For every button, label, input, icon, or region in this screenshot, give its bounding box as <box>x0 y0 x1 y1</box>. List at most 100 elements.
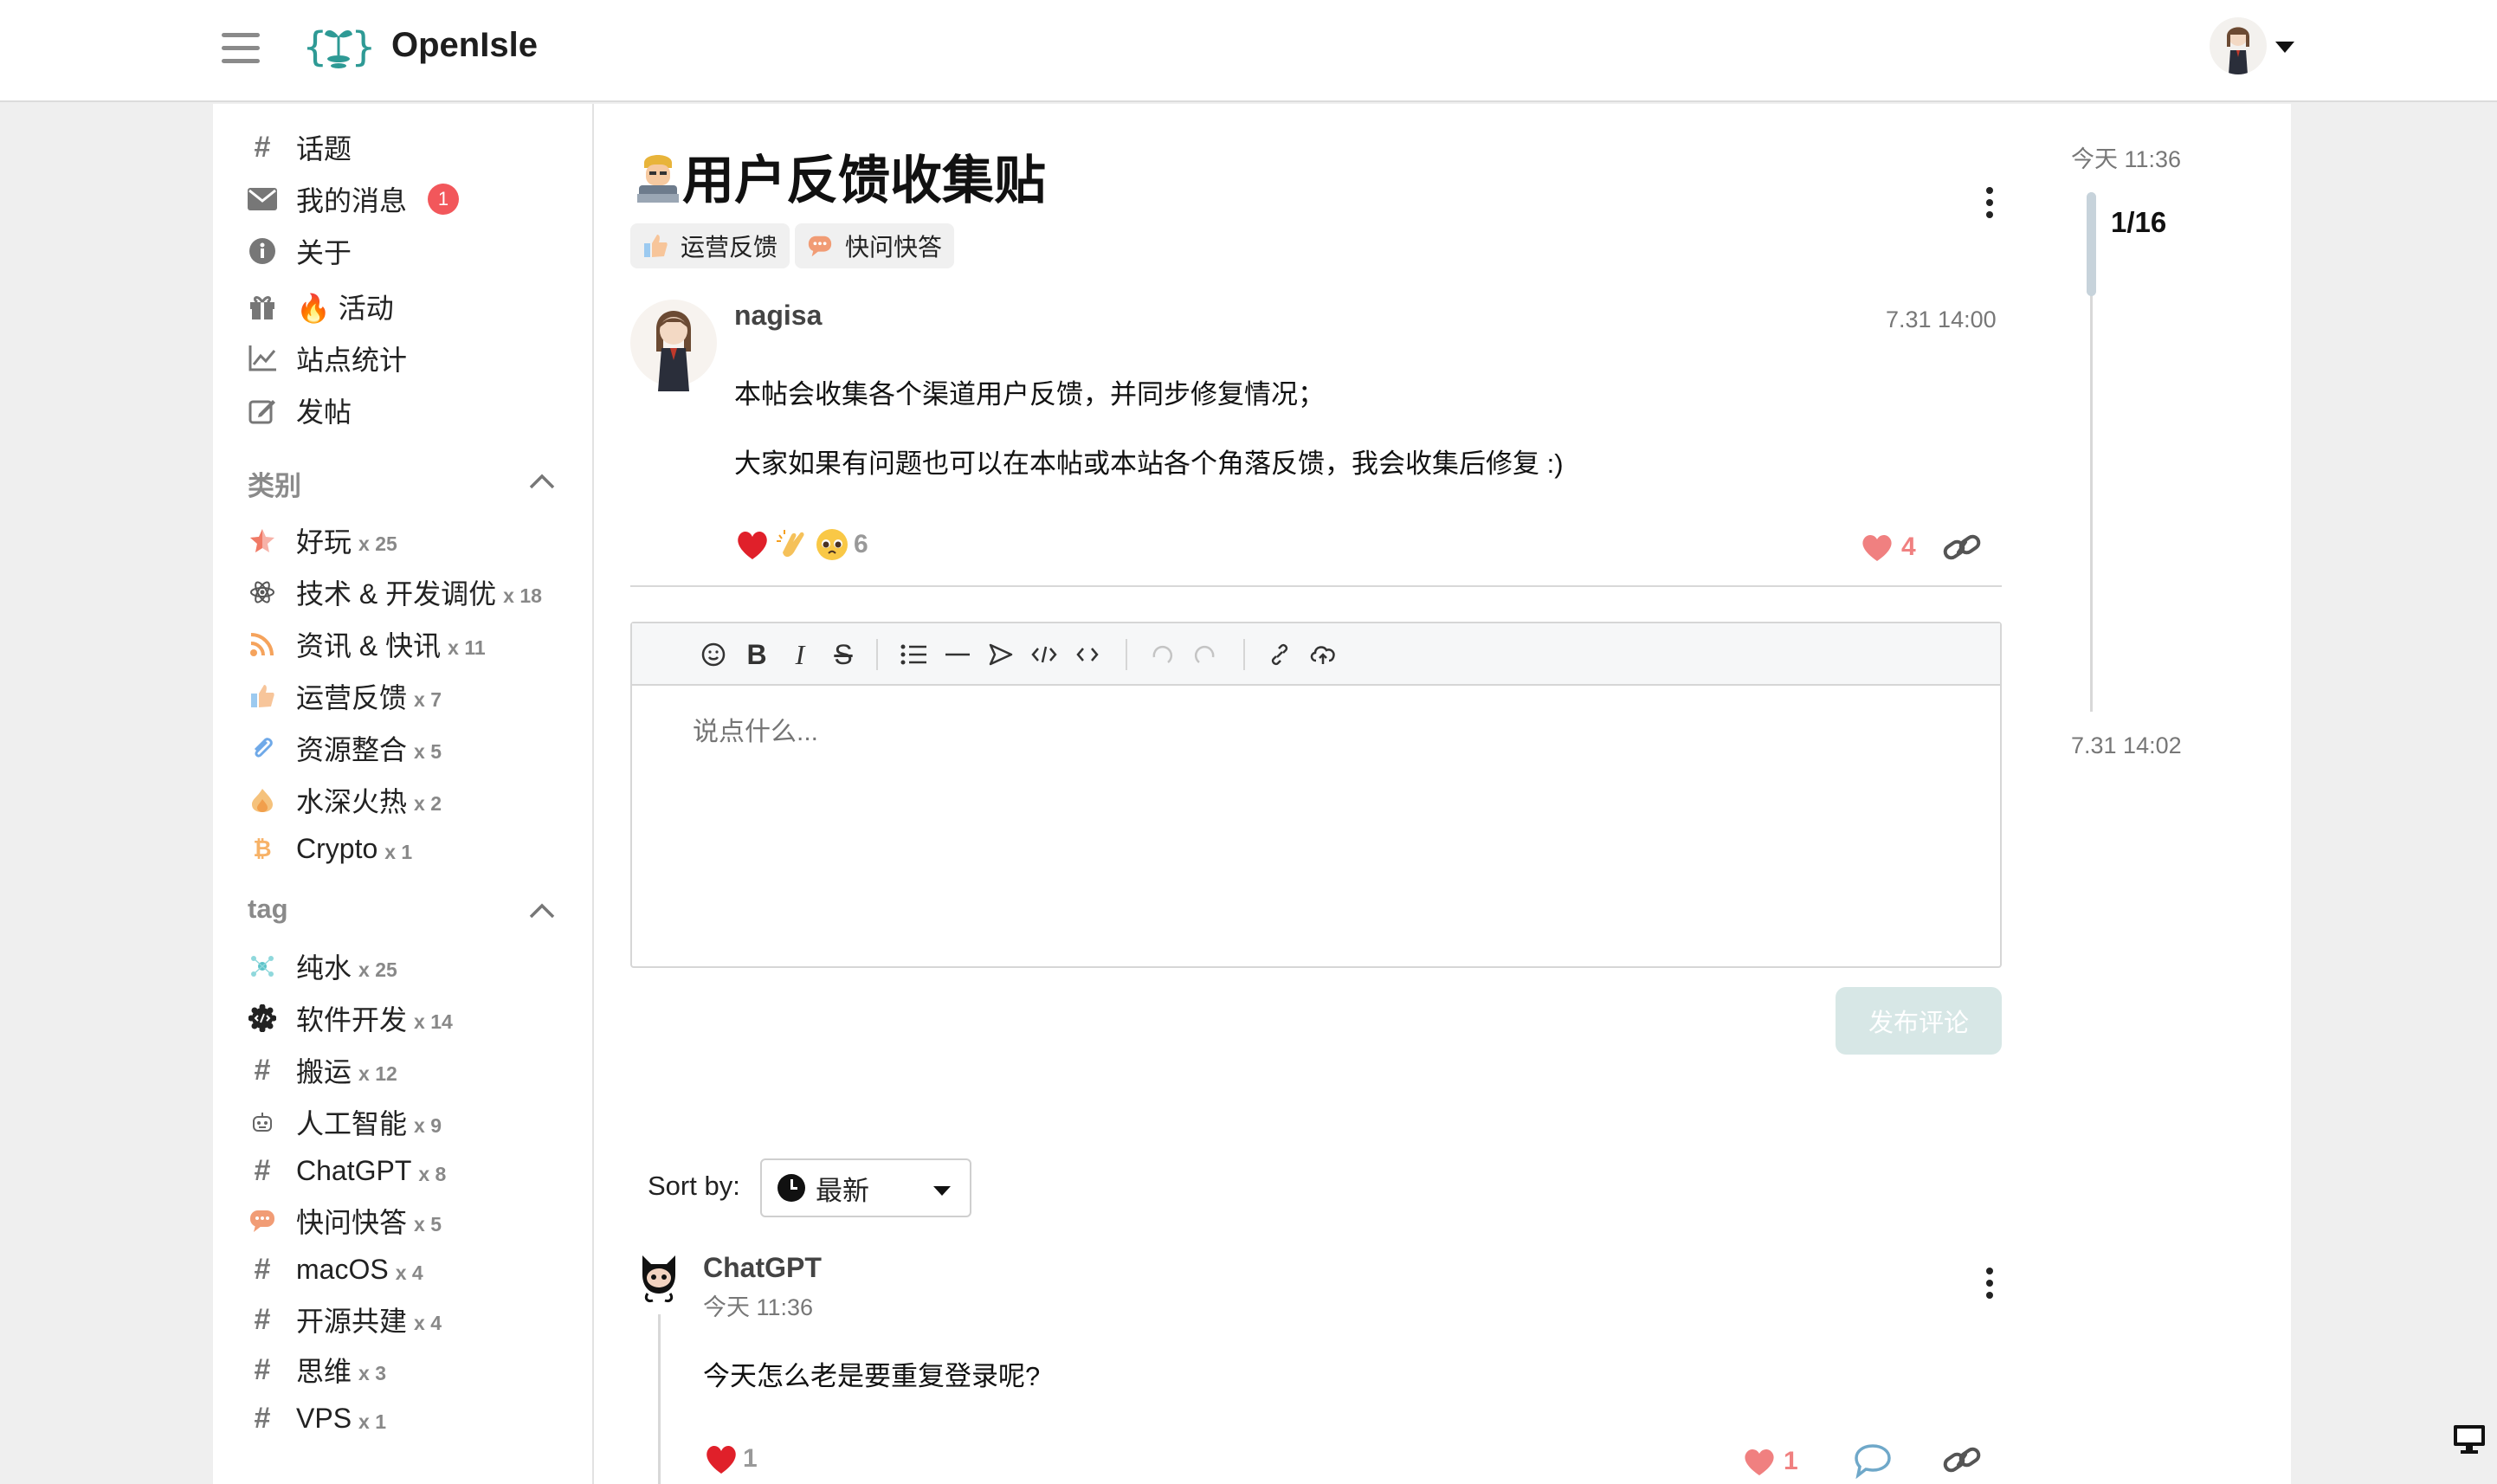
comment-author[interactable]: ChatGPT <box>703 1252 822 1284</box>
user-avatar[interactable] <box>2210 17 2267 74</box>
tag-count: x 4 <box>395 1261 423 1284</box>
italic-icon[interactable]: I <box>783 637 817 672</box>
svg-text:}: } <box>352 23 374 70</box>
sidebar-item-label: 发帖 <box>296 397 352 428</box>
category-count: x 11 <box>448 636 486 659</box>
tag-item[interactable]: # VPS x 1 <box>248 1397 386 1439</box>
timeline-handle[interactable] <box>2087 192 2096 296</box>
comment-author-avatar[interactable] <box>636 1252 682 1304</box>
category-label: 运营反馈 <box>296 682 408 713</box>
sidebar-item-new-post[interactable]: 发帖 <box>248 390 352 431</box>
inline-code-icon[interactable] <box>1070 637 1105 672</box>
code-block-icon[interactable] <box>1027 637 1061 672</box>
sidebar-item-messages[interactable]: 我的消息 1 <box>248 178 460 220</box>
tag-count: x 5 <box>414 1212 442 1236</box>
comment-input[interactable] <box>632 687 2000 965</box>
sidebar-item-topics[interactable]: # 话题 <box>248 126 352 168</box>
horizontal-rule-icon[interactable] <box>940 637 975 672</box>
top-bar: { } OpenIsle <box>0 0 2497 102</box>
insert-link-icon[interactable] <box>1262 637 1297 672</box>
sidebar-item-stats[interactable]: 站点统计 <box>248 338 407 379</box>
list-icon[interactable] <box>897 637 932 672</box>
category-item[interactable]: 技术 & 开发调优 x 18 <box>248 571 542 613</box>
tag-item[interactable]: # 搬运 x 12 <box>248 1049 397 1091</box>
tag-item[interactable]: 快问快答 x 5 <box>248 1200 442 1242</box>
tag-item[interactable]: 人工智能 x 9 <box>248 1101 442 1143</box>
brand-name[interactable]: OpenIsle <box>391 26 538 65</box>
hash-icon: # <box>254 1401 271 1435</box>
hash-icon: # <box>254 1252 271 1286</box>
tags-heading: tag <box>248 894 288 924</box>
submit-comment-button[interactable]: 发布评论 <box>1836 987 2002 1055</box>
category-item[interactable]: 资讯 & 快讯 x 11 <box>248 623 486 665</box>
tag-label: 纯水 <box>296 952 352 984</box>
comment-like-button[interactable]: 1 <box>1742 1446 1798 1477</box>
tag-count: x 12 <box>358 1061 397 1085</box>
chevron-up-icon[interactable] <box>528 902 556 919</box>
account-dropdown-caret[interactable] <box>2275 42 2294 53</box>
undo-icon[interactable] <box>1145 637 1179 672</box>
category-count: x 5 <box>414 739 442 763</box>
post-title-text: 用户反馈收集贴 <box>682 152 1046 210</box>
sidebar-item-about[interactable]: 关于 <box>248 230 352 272</box>
tag-item[interactable]: # 开源共建 x 4 <box>248 1299 442 1340</box>
category-item[interactable]: ₿ Crypto x 1 <box>248 828 412 869</box>
star-icon <box>248 526 277 555</box>
tag-item[interactable]: 纯水 x 25 <box>248 945 397 987</box>
tag-label: 人工智能 <box>296 1108 408 1139</box>
tag-item[interactable]: # 思维 x 3 <box>248 1349 386 1390</box>
bold-icon[interactable]: B <box>739 637 774 672</box>
tag-chip[interactable]: 快问快答 <box>795 223 955 268</box>
category-item[interactable]: 好玩 x 25 <box>248 519 397 561</box>
svg-text:{: { <box>303 23 327 70</box>
chevron-down-icon <box>933 1186 951 1196</box>
chevron-up-icon[interactable] <box>528 473 556 490</box>
emoji-icon[interactable] <box>696 637 731 672</box>
comment-reaction-summary[interactable]: 1 <box>703 1441 758 1477</box>
tag-item[interactable]: 软件开发 x 14 <box>248 997 453 1039</box>
hash-icon: # <box>254 1053 271 1087</box>
tag-label: 思维 <box>296 1356 352 1387</box>
redo-icon[interactable] <box>1188 637 1223 672</box>
menu-icon[interactable] <box>222 33 260 68</box>
reaction-count: 1 <box>743 1444 758 1473</box>
strikethrough-icon[interactable]: S <box>826 637 861 672</box>
hash-icon: # <box>254 1302 271 1336</box>
category-item[interactable]: 水深火热 x 2 <box>248 779 442 821</box>
divider <box>630 585 2002 587</box>
pleading-face-emoji-icon <box>816 529 848 560</box>
post-author[interactable]: nagisa <box>734 300 822 332</box>
sidebar-item-label: 话题 <box>296 133 352 165</box>
heart-icon <box>1862 534 1892 561</box>
category-chip[interactable]: 运营反馈 <box>630 223 790 268</box>
tag-count: x 4 <box>414 1311 442 1334</box>
sidebar-item-label: 关于 <box>296 237 352 268</box>
quote-icon[interactable] <box>984 637 1018 672</box>
like-count: 1 <box>1784 1447 1798 1475</box>
sidebar-item-events[interactable]: 🔥 活动 <box>248 286 394 327</box>
post-more-menu-icon[interactable] <box>1984 187 1995 225</box>
sort-select[interactable]: 最新 <box>760 1158 971 1217</box>
tag-item[interactable]: # macOS x 4 <box>248 1248 423 1290</box>
gear-code-icon <box>248 1003 277 1033</box>
like-button[interactable]: 4 <box>1860 532 1916 563</box>
author-avatar[interactable] <box>629 294 719 391</box>
category-item[interactable]: 资源整合 x 5 <box>248 727 442 769</box>
category-item[interactable]: 运营反馈 x 7 <box>248 675 442 717</box>
comment-thread-line <box>658 1314 661 1484</box>
paperclip-icon <box>248 733 277 763</box>
category-label: 好玩 <box>296 526 352 558</box>
upload-icon[interactable] <box>1306 637 1340 672</box>
tag-item[interactable]: # ChatGPT x 8 <box>248 1150 447 1191</box>
reply-icon[interactable] <box>1853 1442 1893 1479</box>
logo-icon[interactable]: { } <box>303 17 374 76</box>
comment-text: 今天怎么老是要重复登录呢? <box>703 1361 1041 1391</box>
comment-more-menu-icon[interactable] <box>1984 1268 1995 1306</box>
link-icon[interactable] <box>1941 1442 1983 1477</box>
link-icon[interactable] <box>1941 530 1983 565</box>
reaction-summary[interactable]: 6 <box>734 526 868 563</box>
chat-icon <box>248 1206 277 1236</box>
monitor-icon[interactable] <box>2452 1423 2487 1455</box>
molecule-icon <box>248 952 277 981</box>
reaction-count: 6 <box>854 530 868 558</box>
